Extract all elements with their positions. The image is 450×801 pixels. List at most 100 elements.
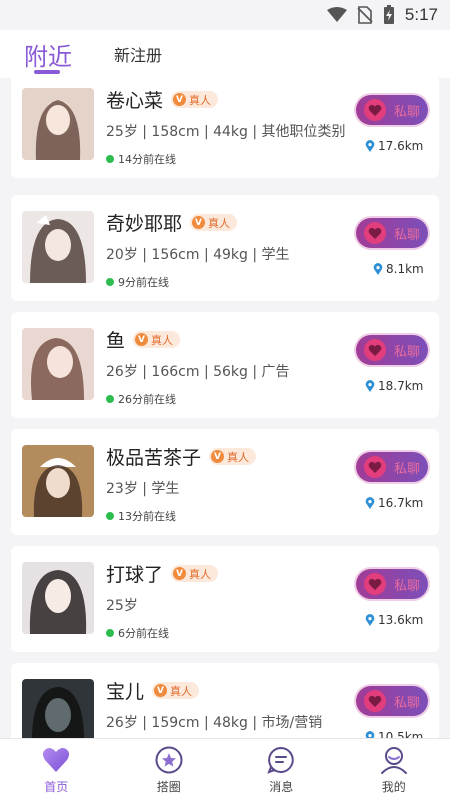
heart-icon <box>364 222 386 244</box>
user-info: 25岁 | 158cm | 44kg | 其他职位类别 <box>106 121 346 141</box>
avatar[interactable] <box>22 445 94 517</box>
private-chat-label: 私聊 <box>394 224 420 243</box>
nav-home-label: 首页 <box>44 778 68 795</box>
user-card[interactable]: 宝儿 V 真人 26岁 | 159cm | 48kg | 市场/营销 私聊 10… <box>11 663 439 738</box>
user-name: 奇妙耶耶 <box>106 209 182 236</box>
user-card[interactable]: 鱼 V 真人 26岁 | 166cm | 56kg | 广告 26分前在线 私聊… <box>11 312 439 418</box>
user-info: 26岁 | 166cm | 56kg | 广告 <box>106 361 290 381</box>
tab-new-label: 新注册 <box>114 42 162 66</box>
private-chat-button[interactable]: 私聊 <box>356 452 428 482</box>
verified-icon: V <box>173 567 186 580</box>
star-icon <box>154 745 184 775</box>
private-chat-label: 私聊 <box>394 458 420 477</box>
verified-label: 真人 <box>170 683 192 699</box>
verified-icon: V <box>211 450 224 463</box>
user-info: 20岁 | 156cm | 49kg | 学生 <box>106 244 290 264</box>
private-chat-label: 私聊 <box>394 341 420 360</box>
distance-text: 10.5km <box>378 730 423 738</box>
distance: 17.6km <box>365 139 423 153</box>
verified-icon: V <box>192 216 205 229</box>
wifi-icon <box>327 7 347 23</box>
nav-messages-label: 消息 <box>269 778 293 795</box>
verified-badge: V 真人 <box>190 214 237 231</box>
distance: 8.1km <box>373 262 424 276</box>
nav-messages[interactable]: 消息 <box>225 739 338 801</box>
top-tab-bar: 附近 新注册 <box>0 30 450 78</box>
verified-badge: V 真人 <box>171 91 218 108</box>
verified-badge: V 真人 <box>133 331 180 348</box>
verified-badge: V 真人 <box>209 448 256 465</box>
avatar-image <box>22 562 94 634</box>
verified-label: 真人 <box>189 566 211 582</box>
private-chat-button[interactable]: 私聊 <box>356 218 428 248</box>
user-name: 卷心菜 <box>106 86 163 113</box>
user-card[interactable]: 极品苦茶子 V 真人 23岁 | 学生 13分前在线 私聊 16.7km <box>11 429 439 535</box>
distance-text: 16.7km <box>378 496 423 510</box>
location-pin-icon <box>373 263 383 275</box>
avatar[interactable] <box>22 328 94 400</box>
location-pin-icon <box>365 497 375 509</box>
no-sim-icon <box>357 6 373 24</box>
private-chat-label: 私聊 <box>394 101 420 120</box>
avatar[interactable] <box>22 562 94 634</box>
distance: 18.7km <box>365 379 423 393</box>
user-name: 极品苦茶子 <box>106 443 201 470</box>
tab-active-indicator <box>34 70 60 74</box>
distance-text: 18.7km <box>378 379 423 393</box>
avatar-image <box>22 328 94 400</box>
user-info: 23岁 | 学生 <box>106 478 179 498</box>
tab-nearby[interactable]: 附近 <box>24 30 72 78</box>
distance: 16.7km <box>365 496 423 510</box>
user-name: 鱼 <box>106 326 125 353</box>
tab-new-registered[interactable]: 新注册 <box>114 30 162 78</box>
private-chat-button[interactable]: 私聊 <box>356 335 428 365</box>
verified-label: 真人 <box>227 449 249 465</box>
private-chat-label: 私聊 <box>394 692 420 711</box>
nav-circle[interactable]: 搭圈 <box>113 739 226 801</box>
user-name: 宝儿 <box>106 677 144 704</box>
location-pin-icon <box>365 614 375 626</box>
private-chat-button[interactable]: 私聊 <box>356 95 428 125</box>
user-card[interactable]: 打球了 V 真人 25岁 6分前在线 私聊 13.6km <box>11 546 439 652</box>
heart-icon <box>364 573 386 595</box>
online-text: 9分前在线 <box>118 274 169 290</box>
online-status: 9分前在线 <box>106 274 169 290</box>
private-chat-button[interactable]: 私聊 <box>356 569 428 599</box>
battery-charging-icon <box>383 5 395 25</box>
online-dot-icon <box>106 278 114 286</box>
nav-profile-label: 我的 <box>382 778 406 795</box>
location-pin-icon <box>365 380 375 392</box>
verified-badge: V 真人 <box>152 682 199 699</box>
user-name: 打球了 <box>106 560 163 587</box>
distance-text: 13.6km <box>378 613 423 627</box>
verified-icon: V <box>173 93 186 106</box>
user-card[interactable]: 卷心菜 V 真人 25岁 | 158cm | 44kg | 其他职位类别 14分… <box>11 78 439 178</box>
verified-icon: V <box>135 333 148 346</box>
status-time: 5:17 <box>405 5 438 25</box>
online-status: 26分前在线 <box>106 391 176 407</box>
online-status: 6分前在线 <box>106 625 169 641</box>
distance: 13.6km <box>365 613 423 627</box>
nav-home[interactable]: 首页 <box>0 739 113 801</box>
online-text: 26分前在线 <box>118 391 176 407</box>
avatar[interactable] <box>22 679 94 738</box>
profile-icon <box>379 745 409 775</box>
nav-profile[interactable]: 我的 <box>338 739 450 801</box>
user-list: 卷心菜 V 真人 25岁 | 158cm | 44kg | 其他职位类别 14分… <box>0 78 450 738</box>
online-dot-icon <box>106 512 114 520</box>
online-text: 13分前在线 <box>118 508 176 524</box>
heart-icon <box>364 339 386 361</box>
status-bar: 5:17 <box>0 0 450 30</box>
avatar[interactable] <box>22 88 94 160</box>
online-text: 14分前在线 <box>118 151 176 167</box>
message-icon <box>266 745 296 775</box>
user-card[interactable]: 奇妙耶耶 V 真人 20岁 | 156cm | 49kg | 学生 9分前在线 … <box>11 195 439 301</box>
private-chat-button[interactable]: 私聊 <box>356 686 428 716</box>
heart-icon <box>364 690 386 712</box>
heart-icon <box>41 745 71 775</box>
avatar[interactable] <box>22 211 94 283</box>
tab-nearby-label: 附近 <box>24 37 72 72</box>
online-status: 14分前在线 <box>106 151 176 167</box>
verified-label: 真人 <box>208 215 230 231</box>
verified-badge: V 真人 <box>171 565 218 582</box>
